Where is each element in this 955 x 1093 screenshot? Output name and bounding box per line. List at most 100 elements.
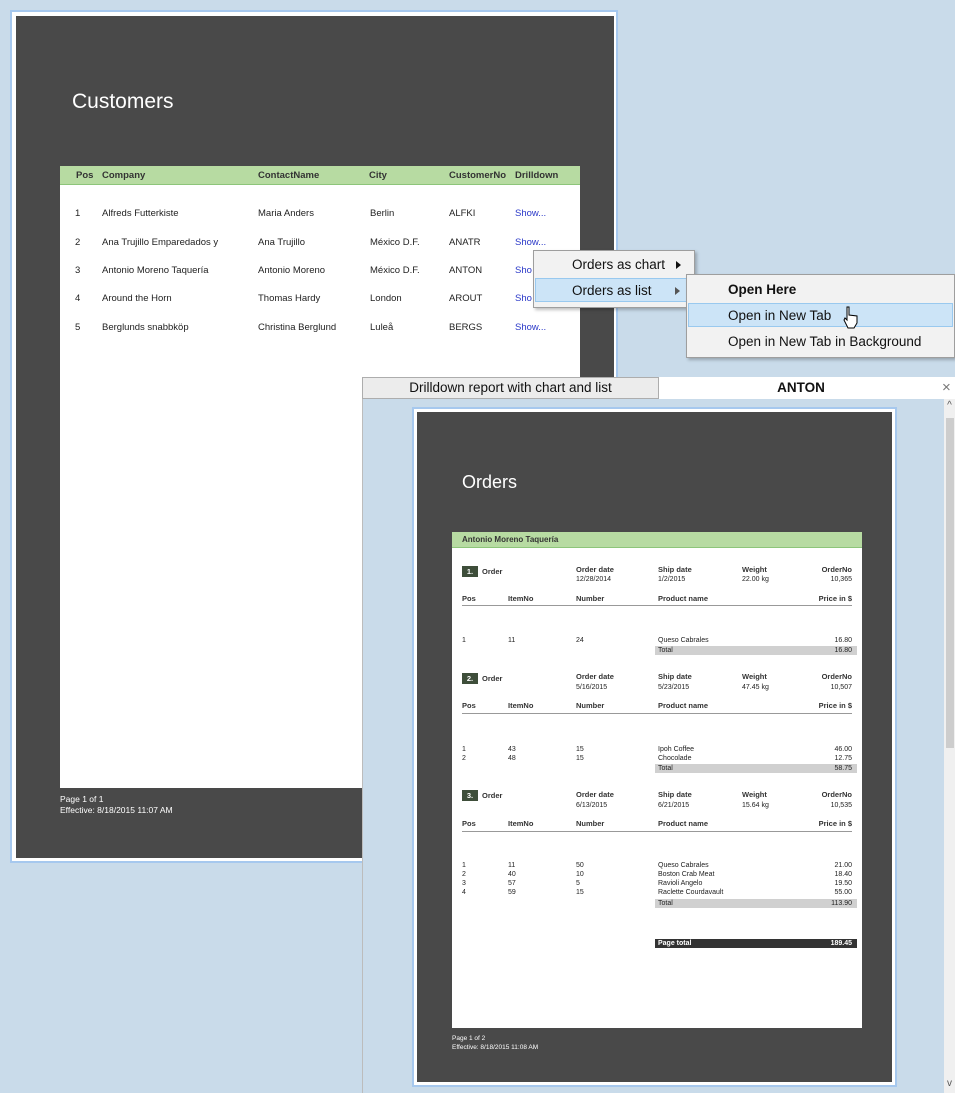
- col-orderno: OrderNo: [821, 672, 852, 681]
- row-customerno: AROUT: [449, 293, 483, 304]
- col-number: Number: [576, 819, 605, 828]
- item-price: 55.00: [834, 889, 852, 896]
- drilldown-link[interactable]: Show...: [515, 237, 546, 248]
- menu-item-label: Open in New Tab: [728, 308, 832, 323]
- item-product: Queso Cabrales: [658, 862, 709, 869]
- submenu-arrow-icon: [676, 261, 681, 269]
- item-itemno: 57: [508, 880, 516, 887]
- orderno: 10,535: [830, 802, 852, 809]
- col-company: Company: [102, 170, 146, 181]
- row-contact: Thomas Hardy: [258, 293, 321, 304]
- context-menu: Orders as chart Orders as list: [533, 250, 695, 308]
- col-pos: Pos: [462, 819, 476, 828]
- submenu-arrow-icon: [675, 287, 680, 295]
- item-product: Raclette Courdavault: [658, 889, 724, 896]
- item-number: 10: [576, 871, 584, 878]
- col-number: Number: [576, 594, 605, 603]
- scrollbar-thumb[interactable]: [946, 418, 954, 748]
- drilldown-link[interactable]: Show...: [515, 208, 546, 219]
- item-pos: 2: [462, 871, 466, 878]
- order-date: 5/16/2015: [576, 684, 608, 691]
- item-pos: 1: [462, 746, 466, 753]
- col-contactname: ContactName: [258, 170, 320, 181]
- item-itemno: 48: [508, 755, 516, 762]
- col-order-date: Order date: [576, 565, 614, 574]
- order-label: Order: [482, 567, 503, 576]
- col-itemno: ItemNo: [508, 594, 534, 603]
- menu-item-open-here[interactable]: Open Here: [688, 278, 953, 302]
- footer-page: Page 1 of 1: [60, 794, 104, 804]
- col-drilldown: Drilldown: [515, 170, 559, 181]
- orders-footer: Page 1 of 2 Effective: 8/18/2015 11:08 A…: [452, 1034, 538, 1052]
- item-pos: 4: [462, 889, 466, 896]
- row-company: Berglunds snabbköp: [102, 322, 189, 333]
- row-company: Ana Trujillo Emparedados y: [102, 237, 219, 248]
- item-number: 5: [576, 880, 580, 887]
- orders-customer-name: Antonio Moreno Taquería: [462, 535, 559, 544]
- menu-item-orders-as-list[interactable]: Orders as list: [535, 278, 693, 302]
- item-pos: 2: [462, 755, 466, 762]
- footer-effective: Effective: 8/18/2015 11:07 AM: [60, 805, 173, 815]
- order-number-badge: 1.: [462, 566, 478, 577]
- scroll-down-icon[interactable]: v: [944, 1078, 955, 1089]
- row-company: Alfreds Futterkiste: [102, 208, 179, 219]
- menu-item-open-in-new-tab[interactable]: Open in New Tab: [688, 303, 953, 327]
- item-pos: 1: [462, 862, 466, 869]
- footer-effective: Effective: 8/18/2015 11:08 AM: [452, 1044, 539, 1051]
- item-price: 16.80: [834, 637, 852, 644]
- col-weight: Weight: [742, 672, 767, 681]
- row-contact: Maria Anders: [258, 208, 314, 219]
- row-customerno: ANATR: [449, 237, 481, 248]
- menu-item-open-in-new-tab-background[interactable]: Open in New Tab in Background: [688, 330, 953, 354]
- item-product: Boston Crab Meat: [658, 871, 715, 878]
- item-product: Queso Cabrales: [658, 637, 709, 644]
- menu-item-label: Orders as chart: [572, 257, 666, 272]
- col-pos: Pos: [76, 170, 94, 181]
- orders-title: Orders: [462, 472, 518, 492]
- row-city: México D.F.: [370, 265, 420, 276]
- menu-item-label: Open in New Tab in Background: [728, 334, 922, 349]
- customers-title: Customers: [72, 90, 174, 113]
- row-contact: Christina Berglund: [258, 322, 337, 333]
- drilldown-link[interactable]: Sho: [515, 265, 532, 276]
- col-weight: Weight: [742, 790, 767, 799]
- tab-drilldown-report[interactable]: Drilldown report with chart and list: [362, 377, 659, 399]
- item-number: 15: [576, 755, 584, 762]
- drilldown-link[interactable]: Show...: [515, 322, 546, 333]
- tab-anton[interactable]: ANTON: [660, 377, 942, 399]
- col-orderno: OrderNo: [821, 565, 852, 574]
- submenu: Open Here Open in New Tab Open in New Ta…: [686, 274, 955, 358]
- col-pos: Pos: [462, 701, 476, 710]
- menu-item-label: Open Here: [728, 282, 797, 297]
- item-price: 21.00: [834, 862, 852, 869]
- divider: [462, 831, 852, 832]
- col-weight: Weight: [742, 565, 767, 574]
- tab-close-icon[interactable]: ×: [942, 377, 955, 399]
- row-contact: Antonio Moreno: [258, 265, 326, 276]
- col-itemno: ItemNo: [508, 819, 534, 828]
- col-ship-date: Ship date: [658, 672, 692, 681]
- drilldown-link[interactable]: Sho: [515, 293, 532, 304]
- col-price: Price in $: [818, 701, 852, 710]
- customers-footer: Page 1 of 1 Effective: 8/18/2015 11:07 A…: [60, 794, 173, 816]
- menu-item-orders-as-chart[interactable]: Orders as chart: [535, 253, 693, 277]
- order-label: Order: [482, 791, 503, 800]
- item-itemno: 43: [508, 746, 516, 753]
- col-ship-date: Ship date: [658, 565, 692, 574]
- scroll-up-icon[interactable]: ^: [944, 400, 955, 411]
- ship-date: 1/2/2015: [658, 576, 686, 583]
- row-city: Luleå: [370, 322, 394, 333]
- item-number: 50: [576, 862, 584, 869]
- item-number: 15: [576, 889, 584, 896]
- item-itemno: 11: [508, 862, 516, 869]
- item-itemno: 40: [508, 871, 516, 878]
- row-city: México D.F.: [370, 237, 420, 248]
- menu-item-label: Orders as list: [572, 283, 652, 298]
- order-number-badge: 3.: [462, 790, 478, 801]
- row-city: Berlin: [370, 208, 395, 219]
- item-price: 12.75: [834, 755, 852, 762]
- row-customerno: ANTON: [449, 265, 483, 276]
- divider: [462, 713, 852, 714]
- col-price: Price in $: [818, 594, 852, 603]
- total-value: 16.80: [834, 647, 852, 654]
